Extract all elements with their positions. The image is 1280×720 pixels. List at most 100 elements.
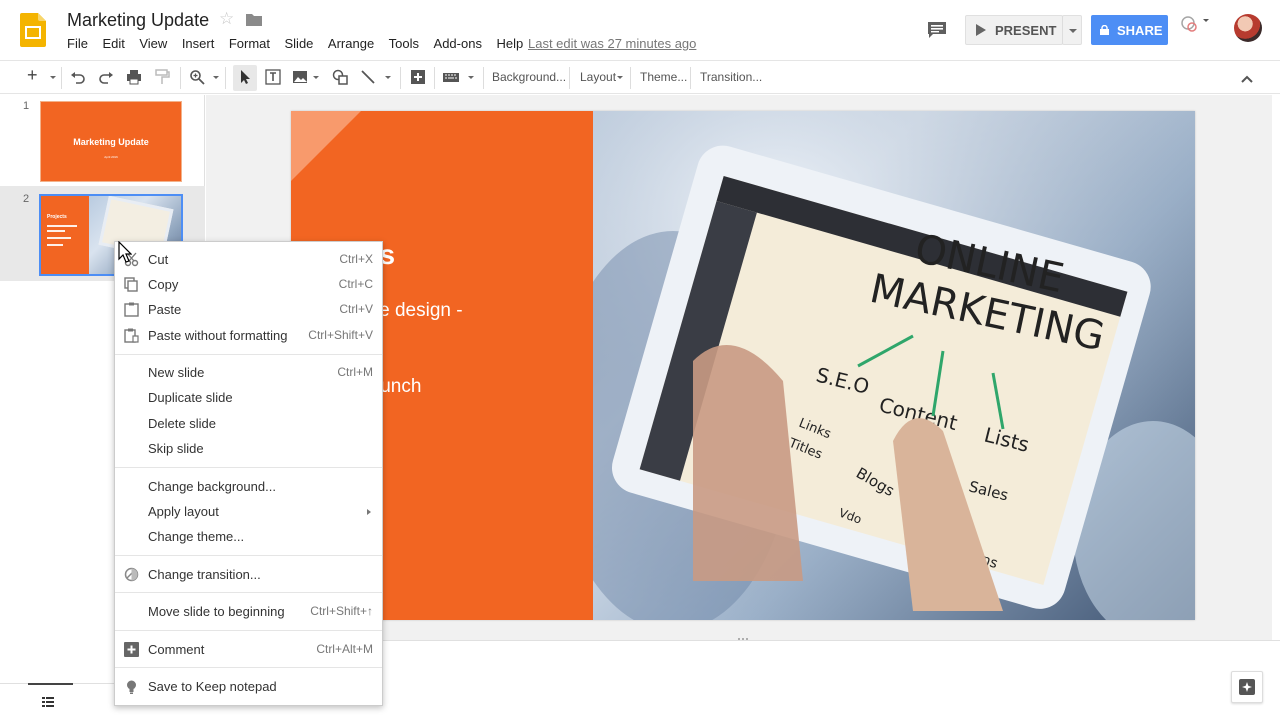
menu-item-cut[interactable]: Cut Ctrl+X (115, 247, 382, 272)
star-icon[interactable]: ☆ (219, 9, 234, 29)
menu-format[interactable]: Format (229, 36, 270, 52)
lock-icon (1100, 25, 1109, 35)
document-title[interactable]: Marketing Update (67, 10, 209, 31)
comments-icon[interactable] (927, 21, 947, 39)
menu-item-new-slide[interactable]: New slide Ctrl+M (115, 360, 382, 385)
menu-item-move-slide-to-beginning[interactable]: Move slide to beginning Ctrl+Shift+↑ (115, 599, 382, 624)
google-account-switcher-icon[interactable] (1179, 15, 1211, 37)
menu-item-label: Duplicate slide (148, 390, 233, 405)
menu-separator (115, 467, 382, 468)
background-button[interactable]: Background... (492, 68, 566, 86)
zoom-icon[interactable] (189, 69, 205, 85)
menu-item-paste[interactable]: Paste Ctrl+V (115, 297, 382, 322)
menu-item-shortcut: Ctrl+X (339, 252, 373, 266)
paint-format-icon[interactable] (154, 69, 170, 85)
menu-separator (115, 630, 382, 631)
slide-thumbnail-1[interactable]: Marketing Update April 2016 (40, 101, 182, 182)
explore-icon (1239, 679, 1255, 695)
filmstrip-view-icon[interactable] (42, 697, 54, 707)
menu-tools[interactable]: Tools (389, 36, 419, 52)
avatar[interactable] (1234, 14, 1262, 42)
menu-insert[interactable]: Insert (182, 36, 215, 52)
menu-item-label: Move slide to beginning (148, 604, 285, 619)
menu-item-copy[interactable]: Copy Ctrl+C (115, 272, 382, 297)
menu-separator (115, 354, 382, 355)
slide-context-menu: Cut Ctrl+X Copy Ctrl+C Paste Ctrl+V Past… (114, 241, 383, 706)
menu-item-change-transition[interactable]: Change transition... (115, 562, 382, 587)
menu-separator (115, 555, 382, 556)
last-edit-link[interactable]: Last edit was 27 minutes ago (528, 36, 696, 51)
menu-item-label: Change theme... (148, 529, 245, 544)
share-button[interactable]: SHARE (1091, 15, 1168, 45)
slide-number-1: 1 (23, 100, 30, 112)
present-button[interactable]: PRESENT (965, 15, 1063, 45)
menu-item-delete-slide[interactable]: Delete slide (115, 411, 382, 436)
zoom-caret-icon[interactable] (213, 76, 219, 79)
mouse-cursor-icon (118, 241, 132, 263)
menu-file[interactable]: File (67, 36, 88, 52)
menu-addons[interactable]: Add-ons (434, 36, 482, 52)
menu-item-comment[interactable]: Comment Ctrl+Alt+M (115, 637, 382, 662)
slide-canvas[interactable]: ects ebsite design - first og launch ent… (291, 111, 1195, 620)
notes-resize-handle-icon[interactable] (737, 636, 749, 642)
menu-slide[interactable]: Slide (285, 36, 314, 52)
new-slide-caret-icon[interactable] (50, 76, 56, 79)
menu-item-shortcut: Ctrl+M (337, 365, 373, 379)
menu-item-shortcut: Ctrl+Shift+↑ (310, 604, 373, 618)
slide-corner-accent (291, 111, 361, 181)
shape-icon[interactable] (332, 69, 348, 85)
thumbnail-title: Projects (47, 214, 67, 220)
menu-item-label: Change background... (148, 479, 276, 494)
menu-item-change-theme[interactable]: Change theme... (115, 524, 382, 549)
input-tools-keyboard-icon[interactable] (443, 69, 459, 85)
image-icon[interactable] (292, 69, 308, 85)
redo-icon[interactable] (98, 69, 114, 85)
menu-help[interactable]: Help (496, 36, 523, 52)
line-caret-icon[interactable] (385, 76, 391, 79)
thumbnail-title: Marketing Update (73, 137, 149, 147)
app-header: Marketing Update ☆ File Edit View Insert… (0, 0, 1280, 60)
menu-arrange[interactable]: Arrange (328, 36, 374, 52)
menu-item-label: Paste without formatting (148, 328, 288, 343)
transition-button[interactable]: Transition... (700, 68, 762, 86)
undo-icon[interactable] (70, 69, 86, 85)
present-dropdown-button[interactable] (1062, 15, 1082, 45)
menu-edit[interactable]: Edit (102, 36, 124, 52)
slides-logo-icon[interactable] (20, 13, 46, 47)
menu-item-change-background[interactable]: Change background... (115, 474, 382, 499)
collapse-toolbar-chevron-up-icon[interactable] (1239, 71, 1255, 87)
text-box-icon[interactable] (265, 69, 281, 85)
menu-item-save-to-keep[interactable]: Save to Keep notepad (115, 674, 382, 699)
menu-separator (115, 667, 382, 668)
slide-number-2: 2 (23, 193, 30, 205)
input-tools-caret-icon[interactable] (468, 76, 474, 79)
menu-item-shortcut: Ctrl+V (339, 302, 373, 316)
paste-icon (124, 302, 139, 317)
select-cursor-icon (241, 70, 250, 84)
menu-item-label: Apply layout (148, 504, 219, 519)
transition-icon (124, 567, 139, 582)
explore-button[interactable] (1231, 671, 1263, 703)
menu-item-label: Skip slide (148, 441, 204, 456)
line-icon[interactable] (360, 69, 376, 85)
print-icon[interactable] (126, 69, 142, 85)
layout-button[interactable]: Layout (580, 68, 616, 86)
menu-item-skip-slide[interactable]: Skip slide (115, 436, 382, 461)
menu-item-duplicate-slide[interactable]: Duplicate slide (115, 385, 382, 410)
menu-bar: File Edit View Insert Format Slide Arran… (67, 36, 538, 52)
menu-item-label: Change transition... (148, 567, 261, 582)
insert-comment-icon[interactable] (410, 69, 426, 85)
lightbulb-icon (127, 680, 136, 694)
online-marketing-photo[interactable]: ONLINE MARKETING S.E.O Content Lists Lin… (593, 111, 1195, 620)
menu-view[interactable]: View (139, 36, 167, 52)
menu-item-paste-without-formatting[interactable]: Paste without formatting Ctrl+Shift+V (115, 323, 382, 348)
tablet-illustration: ONLINE MARKETING S.E.O Content Lists Lin… (593, 111, 1195, 620)
theme-button[interactable]: Theme... (640, 68, 687, 86)
new-slide-plus-icon[interactable]: + (27, 66, 38, 84)
play-icon (976, 24, 986, 36)
folder-icon[interactable] (246, 13, 262, 26)
menu-item-apply-layout[interactable]: Apply layout (115, 499, 382, 524)
layout-caret-icon[interactable] (617, 76, 623, 79)
image-caret-icon[interactable] (313, 76, 319, 79)
thumbnail-subtitle: April 2016 (104, 155, 118, 159)
